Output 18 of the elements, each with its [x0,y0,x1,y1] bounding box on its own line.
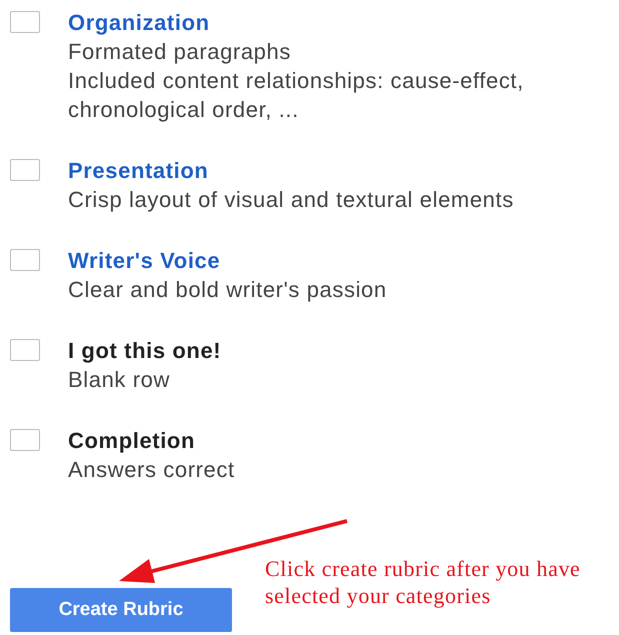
annotation-text: Click create rubric after you have selected your categories [265,555,582,609]
create-rubric-button[interactable]: Create Rubric [10,588,232,632]
checkbox[interactable] [10,429,40,451]
criterion-description: Answers correct [68,456,236,484]
criterion-link[interactable]: Writer's Voice [68,246,608,275]
criterion-link[interactable]: Presentation [68,156,608,185]
criterion-description: Clear and bold writer's passion [68,276,388,304]
checkbox[interactable] [10,249,40,271]
criterion-description: Included content relationships: cause-effect, chronological order, ... [68,67,525,124]
checkbox[interactable] [10,11,40,33]
checkbox[interactable] [10,159,40,181]
criterion-description: Formated paragraphs [68,38,292,66]
criterion-description: Crisp layout of visual and textural elements [68,186,515,214]
criterion-title: I got this one! [68,337,222,365]
criterion-title: Completion [68,427,196,455]
criterion-link[interactable]: Organization [68,8,608,37]
criterion-description: Blank row [68,366,171,394]
checkbox[interactable] [10,339,40,361]
